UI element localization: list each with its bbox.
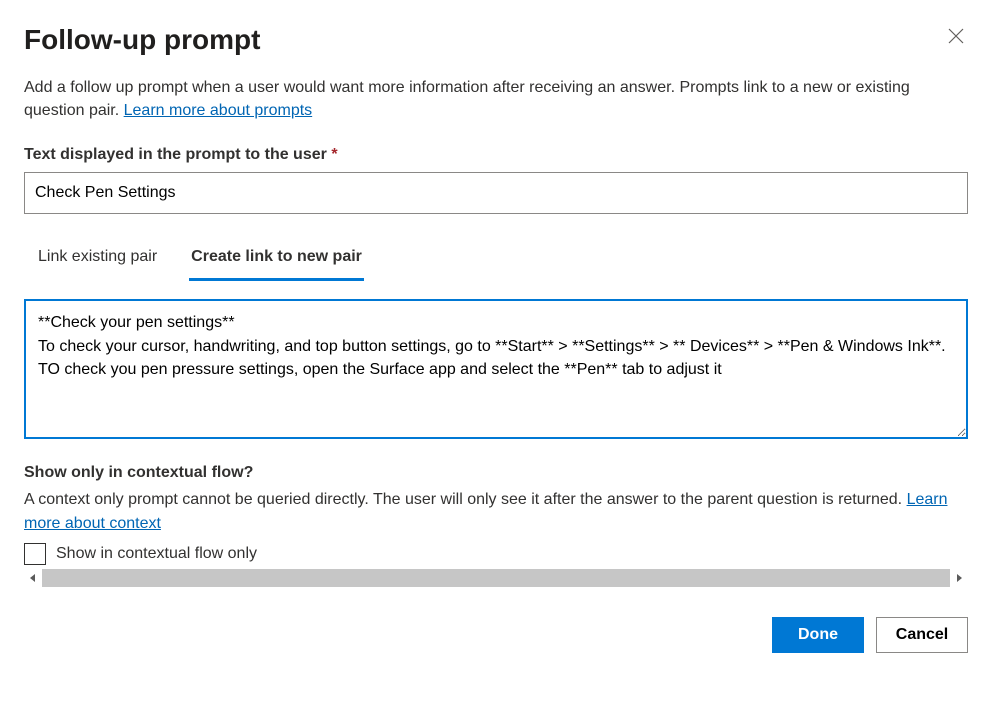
- triangle-right-icon: [955, 574, 963, 582]
- close-icon: [948, 28, 964, 44]
- scroll-track[interactable]: [42, 569, 950, 587]
- answer-textarea[interactable]: [24, 299, 968, 439]
- intro-text: Add a follow up prompt when a user would…: [24, 76, 968, 122]
- done-button[interactable]: Done: [772, 617, 864, 653]
- tab-link-existing[interactable]: Link existing pair: [36, 240, 159, 281]
- tab-create-new[interactable]: Create link to new pair: [189, 240, 364, 281]
- display-text-label-text: Text displayed in the prompt to the user: [24, 146, 327, 163]
- display-text-input[interactable]: [24, 172, 968, 214]
- follow-up-prompt-dialog: Follow-up prompt Add a follow up prompt …: [0, 0, 992, 673]
- pair-tabs: Link existing pair Create link to new pa…: [24, 240, 968, 281]
- cancel-button[interactable]: Cancel: [876, 617, 968, 653]
- required-asterisk: *: [331, 146, 337, 163]
- contextual-checkbox-label: Show in contextual flow only: [56, 545, 257, 563]
- triangle-left-icon: [29, 574, 37, 582]
- scroll-left-arrow[interactable]: [24, 569, 42, 587]
- dialog-footer: Done Cancel: [24, 617, 968, 653]
- close-button[interactable]: [944, 24, 968, 48]
- horizontal-scrollbar[interactable]: [24, 569, 968, 587]
- dialog-title: Follow-up prompt: [24, 24, 260, 56]
- contextual-checkbox[interactable]: [24, 543, 46, 565]
- contextual-heading: Show only in contextual flow?: [24, 464, 968, 482]
- display-text-label: Text displayed in the prompt to the user…: [24, 146, 968, 164]
- learn-more-prompts-link[interactable]: Learn more about prompts: [124, 102, 313, 119]
- contextual-description: A context only prompt cannot be queried …: [24, 488, 968, 534]
- contextual-desc-text: A context only prompt cannot be queried …: [24, 491, 907, 508]
- contextual-checkbox-row: Show in contextual flow only: [24, 543, 968, 565]
- dialog-header: Follow-up prompt: [24, 24, 968, 56]
- scroll-right-arrow[interactable]: [950, 569, 968, 587]
